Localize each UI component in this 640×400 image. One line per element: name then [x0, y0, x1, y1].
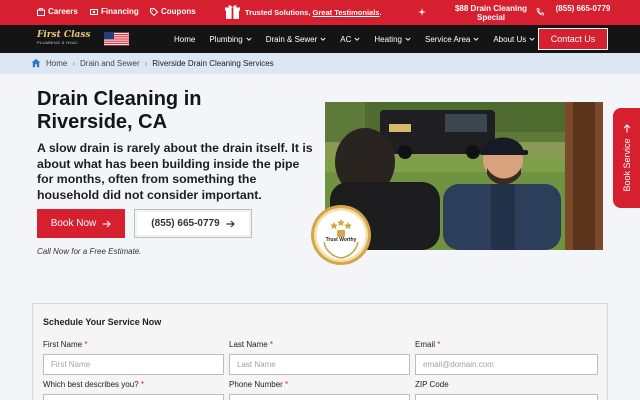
trusted-solutions: Trusted Solutions, Great Testimonials.: [225, 4, 382, 20]
zip-code-label: ZIP Code: [415, 380, 449, 389]
logo-subtitle: PLUMBING & HVAC: [37, 40, 79, 45]
careers-link[interactable]: Careers: [37, 7, 78, 16]
call-phone-label: (855) 665-0779: [151, 218, 220, 229]
top-phone-label: (855) 665-0779: [555, 4, 611, 13]
logo-name: First Class: [37, 30, 91, 40]
nav-item-plumbing[interactable]: Plumbing: [209, 35, 252, 44]
breadcrumb-parent[interactable]: Drain and Sewer: [80, 59, 140, 68]
nav-menu: Home Plumbing Drain & Sewer AC Heating S…: [174, 25, 549, 53]
coupons-link[interactable]: Coupons: [150, 7, 196, 16]
drain-special-link[interactable]: $88 Drain Cleaning Special: [418, 4, 540, 22]
financing-label: Financing: [101, 7, 139, 16]
email-label: Email *: [415, 340, 441, 349]
financing-link[interactable]: Financing: [90, 7, 139, 16]
us-flag-icon: [104, 32, 129, 46]
form-title: Schedule Your Service Now: [43, 317, 162, 327]
book-service-side-tab[interactable]: Book Service: [613, 108, 640, 208]
briefcase-icon: [37, 7, 45, 16]
chevron-down-icon: [246, 36, 252, 42]
nav-item-service-area[interactable]: Service Area: [425, 35, 479, 44]
first-name-label: First Name *: [43, 340, 88, 349]
describe-select[interactable]: [43, 394, 224, 400]
book-now-label: Book Now: [50, 218, 97, 229]
special-label: $88 Drain Cleaning Special: [454, 4, 528, 22]
testimonials-link[interactable]: Great Testimonials: [313, 8, 380, 17]
breadcrumb-current: Riverside Drain Cleaning Services: [152, 58, 274, 68]
top-phone-link[interactable]: (855) 665-0779: [536, 4, 618, 16]
trusted-text: Trusted Solutions, Great Testimonials.: [245, 7, 382, 17]
hero-description: A slow drain is rarely about the drain i…: [37, 141, 313, 202]
nav-item-home[interactable]: Home: [174, 35, 195, 44]
top-promo-bar: Careers Financing Coupons Trusted Soluti…: [0, 0, 640, 25]
arrow-right-icon: [623, 124, 631, 133]
sparkle-icon: [418, 8, 426, 16]
page-title: Drain Cleaning in Riverside, CA: [37, 88, 202, 133]
chevron-down-icon: [473, 36, 479, 42]
money-icon: [90, 8, 98, 16]
first-name-input[interactable]: First Name: [43, 354, 224, 375]
arrow-right-icon: [226, 220, 235, 228]
nav-item-about-us[interactable]: About Us: [493, 35, 535, 44]
nav-item-drain-sewer[interactable]: Drain & Sewer: [266, 35, 327, 44]
arrow-right-icon: [102, 220, 112, 228]
call-phone-button[interactable]: (855) 665-0779: [134, 209, 252, 238]
nav-item-ac[interactable]: AC: [340, 35, 360, 44]
breadcrumb-separator: ›: [144, 58, 148, 68]
badge-label: Trust Worthy: [325, 237, 357, 243]
book-now-button[interactable]: Book Now: [37, 209, 125, 238]
breadcrumb: Home › Drain and Sewer › Riverside Drain…: [0, 53, 640, 74]
book-service-label: Book Service: [621, 138, 632, 192]
nav-item-heating[interactable]: Heating: [374, 35, 411, 44]
trust-worthy-badge: Trust Worthy: [310, 204, 372, 266]
phone-icon: [536, 8, 544, 16]
chevron-down-icon: [405, 36, 411, 42]
phone-number-input[interactable]: [229, 394, 410, 400]
home-icon: [31, 58, 41, 68]
tag-icon: [150, 7, 158, 16]
zip-code-input[interactable]: [415, 394, 598, 400]
last-name-label: Last Name *: [229, 340, 274, 349]
free-estimate-note: Call Now for a Free Estimate.: [37, 247, 142, 256]
breadcrumb-home[interactable]: Home: [46, 59, 67, 68]
main-navigation: First Class PLUMBING & HVAC Home Plumbin…: [0, 25, 640, 53]
last-name-input[interactable]: Last Name: [229, 354, 410, 375]
chevron-down-icon: [529, 36, 535, 42]
phone-number-label: Phone Number *: [229, 380, 289, 389]
describe-label: Which best describes you? *: [43, 380, 144, 389]
schedule-service-form: Schedule Your Service Now First Name * F…: [32, 303, 608, 400]
breadcrumb-separator: ›: [72, 58, 76, 68]
gift-icon: [225, 4, 240, 20]
chevron-down-icon: [320, 36, 326, 42]
email-input[interactable]: email@domain.com: [415, 354, 598, 375]
contact-us-button[interactable]: Contact Us: [538, 28, 608, 50]
chevron-down-icon: [354, 36, 360, 42]
coupons-label: Coupons: [161, 7, 196, 16]
careers-label: Careers: [48, 7, 78, 16]
company-logo[interactable]: First Class PLUMBING & HVAC: [37, 30, 91, 48]
